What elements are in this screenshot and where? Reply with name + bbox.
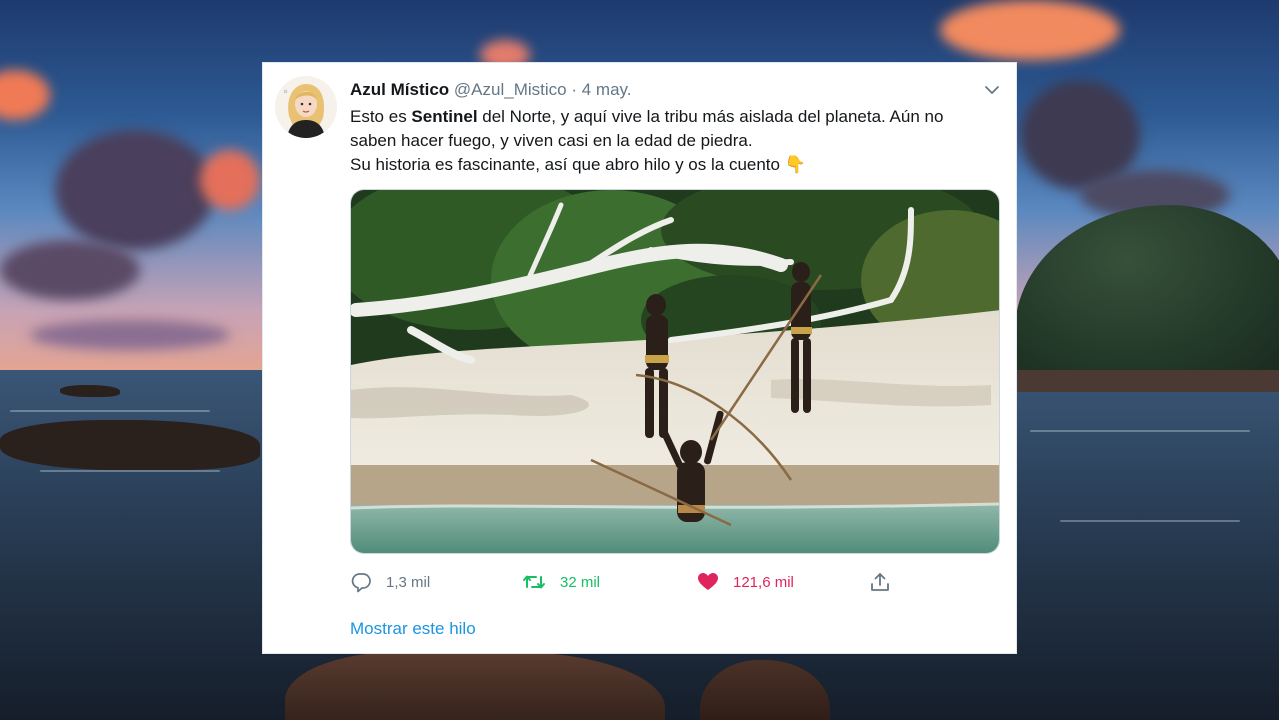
tweet-text-line: Su historia es fascinante, así que abro … bbox=[350, 155, 785, 174]
rock bbox=[60, 385, 120, 397]
rock bbox=[0, 420, 260, 470]
retweet-count: 32 mil bbox=[560, 573, 601, 591]
handle[interactable]: @Azul_Mistico bbox=[454, 80, 567, 99]
tweet-photo[interactable] bbox=[350, 189, 1000, 554]
timestamp[interactable]: 4 may. bbox=[582, 80, 632, 99]
wave bbox=[1030, 430, 1250, 432]
cloud bbox=[55, 130, 215, 250]
wave bbox=[40, 470, 220, 472]
pointing-down-emoji: 👇 bbox=[784, 155, 806, 174]
retweet-icon bbox=[522, 571, 546, 593]
cloud bbox=[30, 320, 230, 350]
cloud bbox=[200, 150, 260, 210]
like-button[interactable]: 121,6 mil bbox=[697, 568, 794, 596]
share-icon bbox=[869, 571, 891, 593]
tweet-text-bold: Sentinel bbox=[411, 107, 478, 126]
cloud bbox=[0, 240, 140, 300]
like-count: 121,6 mil bbox=[733, 573, 794, 591]
show-thread-link[interactable]: Mostrar este hilo bbox=[350, 619, 476, 639]
island-shore bbox=[1015, 370, 1279, 392]
tweet-actions: 1,3 mil 32 mil 121,6 mil bbox=[350, 568, 1000, 596]
retweet-button[interactable]: 32 mil bbox=[522, 568, 600, 596]
cloud bbox=[940, 0, 1120, 60]
share-button[interactable] bbox=[869, 568, 891, 596]
separator: · bbox=[571, 80, 577, 99]
tweet-header: Azul Místico @Azul_Mistico · 4 may. bbox=[350, 79, 632, 101]
avatar[interactable] bbox=[275, 76, 337, 138]
reply-icon bbox=[350, 571, 372, 593]
wave bbox=[1060, 520, 1240, 522]
display-name[interactable]: Azul Místico bbox=[350, 80, 449, 99]
wave bbox=[10, 410, 210, 412]
heart-icon bbox=[697, 571, 719, 593]
reply-button[interactable]: 1,3 mil bbox=[350, 568, 430, 596]
tweet-text: Esto es Sentinel del Norte, y aquí vive … bbox=[350, 105, 990, 177]
tweet-text-part: Esto es bbox=[350, 107, 412, 126]
chevron-down-icon[interactable] bbox=[983, 81, 1001, 99]
reply-count: 1,3 mil bbox=[386, 573, 431, 591]
tweet-card[interactable]: Azul Místico @Azul_Mistico · 4 may. Esto… bbox=[262, 62, 1017, 654]
